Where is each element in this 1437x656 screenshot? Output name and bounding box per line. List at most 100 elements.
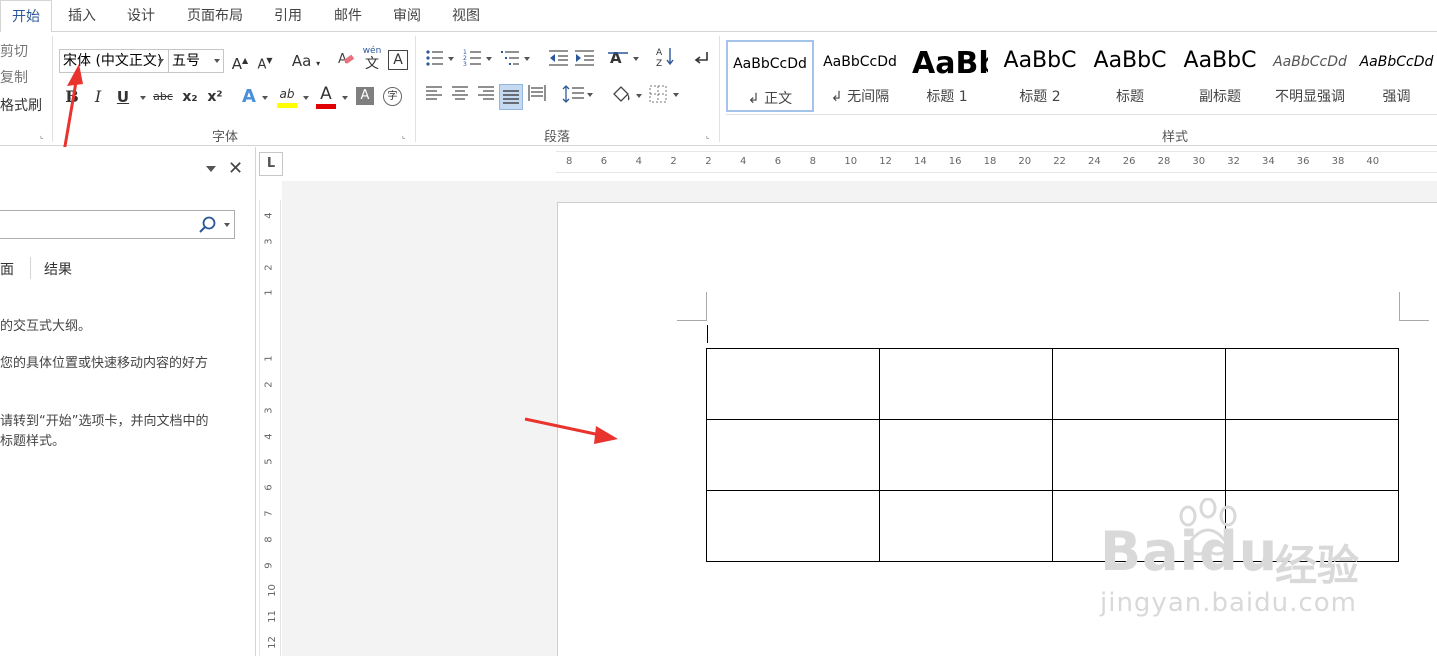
- font-launcher-icon[interactable]: ⌞: [402, 131, 411, 140]
- grow-font-button[interactable]: A▲: [230, 49, 250, 73]
- show-formatting-marks-icon[interactable]: [690, 49, 712, 73]
- tab-insert[interactable]: 插入: [60, 0, 104, 32]
- tab-page-layout[interactable]: 页面布局: [180, 0, 250, 32]
- group-separator: [415, 36, 416, 142]
- ruler-tick-label: 4: [263, 212, 275, 219]
- style-heading-1[interactable]: AaBb 标题 1: [906, 40, 988, 112]
- ruler-tick-label: 4: [740, 156, 747, 167]
- decrease-indent-icon[interactable]: [548, 49, 570, 73]
- align-center-icon[interactable]: [450, 85, 470, 109]
- ruler-tick-label: 2: [263, 381, 275, 388]
- tab-divider: [30, 257, 31, 279]
- character-border-button[interactable]: A: [388, 50, 408, 70]
- paragraph-launcher-icon[interactable]: ⌞: [706, 131, 715, 140]
- tab-results[interactable]: 结果: [44, 259, 72, 279]
- horizontal-ruler[interactable]: 8 6 4 2 2 4 6 8 10 12 14 16 18 20 22 24 26 28 30 32 34 36 38 40: [556, 151, 1437, 173]
- style-emphasis[interactable]: AaBbCcDd 强调: [1356, 40, 1437, 112]
- ruler-tick-label: 32: [1227, 156, 1240, 167]
- borders-icon[interactable]: [648, 85, 682, 109]
- nav-help-text-2: 您的具体位置或快速移动内容的好方: [0, 356, 209, 371]
- bullets-icon[interactable]: [424, 49, 456, 73]
- text-effects-button[interactable]: A: [240, 85, 258, 109]
- chinese-layout-icon[interactable]: A: [607, 49, 641, 73]
- tab-review[interactable]: 审阅: [385, 0, 429, 32]
- strikethrough-button[interactable]: abc: [151, 85, 175, 109]
- tab-pages[interactable]: 页面: [0, 259, 14, 279]
- copy-button[interactable]: 复制: [0, 66, 28, 90]
- paint-bucket-icon[interactable]: [609, 84, 643, 108]
- line-spacing-icon[interactable]: [561, 85, 595, 109]
- watermark-brand-cn: 经验: [1275, 541, 1360, 590]
- ruler-tick-label: 28: [1157, 156, 1171, 167]
- annotation-arrow: [524, 417, 618, 444]
- phonetic-guide-button[interactable]: wén 文: [361, 46, 383, 72]
- ruler-tick-label: 1: [263, 355, 275, 362]
- style-subtle-emphasis[interactable]: AaBbCcDd 不明显强调: [1266, 40, 1354, 112]
- numbering-icon[interactable]: 123: [462, 49, 494, 73]
- enclose-characters-button[interactable]: 字: [383, 87, 402, 106]
- nav-help-text-1: 的交互式大纲。: [0, 319, 92, 334]
- clear-formatting-icon[interactable]: A: [335, 49, 357, 73]
- ruler-tick-label: 11: [266, 610, 278, 624]
- shrink-font-button[interactable]: A▼: [255, 49, 275, 73]
- tab-mailings[interactable]: 邮件: [326, 0, 370, 32]
- ruler-tick-label: 38: [1331, 156, 1345, 167]
- align-left-icon[interactable]: [424, 85, 444, 109]
- table-cell[interactable]: [1052, 348, 1226, 420]
- font-color-button[interactable]: A: [315, 82, 337, 110]
- tab-view[interactable]: 视图: [444, 0, 488, 32]
- tab-design[interactable]: 设计: [119, 0, 163, 32]
- character-shading-button[interactable]: A: [356, 87, 374, 105]
- group-separator: [719, 36, 720, 142]
- pane-options-icon[interactable]: [206, 166, 216, 172]
- search-icon[interactable]: [199, 216, 217, 234]
- distributed-icon[interactable]: [527, 85, 547, 109]
- italic-button[interactable]: I: [90, 85, 106, 109]
- ruler-tick-label: 6: [774, 156, 782, 167]
- ruler-tick-label: 8: [263, 536, 275, 543]
- table-cell[interactable]: [1225, 419, 1399, 491]
- format-painter-button[interactable]: 格式刷: [0, 94, 42, 118]
- table-cell[interactable]: [1225, 348, 1399, 420]
- table-cell[interactable]: [706, 490, 880, 562]
- style-heading-2[interactable]: AaBbC 标题 2: [996, 40, 1084, 112]
- style-normal[interactable]: AaBbCcDd ↲ 正文: [726, 40, 814, 112]
- ruler-tick-label: 20: [1018, 156, 1032, 167]
- table-cell[interactable]: [706, 348, 880, 420]
- ruler-tick-label: 9: [263, 561, 275, 569]
- style-subtitle[interactable]: AaBbC 副标题: [1176, 40, 1264, 112]
- close-icon[interactable]: ✕: [228, 160, 243, 178]
- change-case-button[interactable]: Aa ▾: [288, 49, 324, 73]
- search-input[interactable]: [0, 210, 235, 239]
- cut-button[interactable]: 剪切: [0, 40, 28, 64]
- font-group-label: 字体: [211, 130, 238, 145]
- superscript-button[interactable]: x²: [204, 85, 226, 109]
- gallery-divider: [726, 114, 1437, 115]
- increase-indent-icon[interactable]: [574, 49, 596, 73]
- sort-icon[interactable]: AZ: [655, 46, 677, 70]
- multilevel-list-icon[interactable]: [500, 49, 532, 73]
- tab-stop-selector[interactable]: L: [259, 152, 283, 176]
- document-table[interactable]: [706, 348, 1399, 562]
- align-right-icon[interactable]: [476, 85, 496, 109]
- underline-button[interactable]: U: [114, 85, 132, 109]
- clipboard-launcher-icon[interactable]: ⌞: [40, 131, 49, 140]
- navigation-pane: ✕ 页面 结果 的交互式大纲。 您的具体位置或快速移动内容的好方 请转到“开始”…: [0, 147, 256, 656]
- style-no-spacing[interactable]: AaBbCcDd ↲ 无间隔: [816, 40, 904, 112]
- subscript-button[interactable]: x₂: [179, 85, 201, 109]
- highlight-color-button[interactable]: ab: [275, 82, 299, 110]
- paragraph-group-label: 段落: [543, 130, 570, 145]
- margin-corner-mark: [677, 292, 707, 321]
- justify-icon[interactable]: [499, 84, 523, 110]
- style-title[interactable]: AaBbC 标题: [1086, 40, 1174, 112]
- table-cell[interactable]: [706, 419, 880, 491]
- table-cell[interactable]: [1052, 419, 1226, 491]
- tab-references[interactable]: 引用: [266, 0, 310, 32]
- vertical-ruler[interactable]: 4 3 2 1 1 2 3 4 5 6 7 8 9 10 11 12: [259, 200, 281, 656]
- tab-home[interactable]: 开始: [0, 0, 52, 33]
- chevron-down-icon: [214, 59, 220, 63]
- table-cell[interactable]: [879, 490, 1053, 562]
- table-cell[interactable]: [879, 419, 1053, 491]
- font-size-value: 五号: [172, 53, 200, 69]
- table-cell[interactable]: [879, 348, 1053, 420]
